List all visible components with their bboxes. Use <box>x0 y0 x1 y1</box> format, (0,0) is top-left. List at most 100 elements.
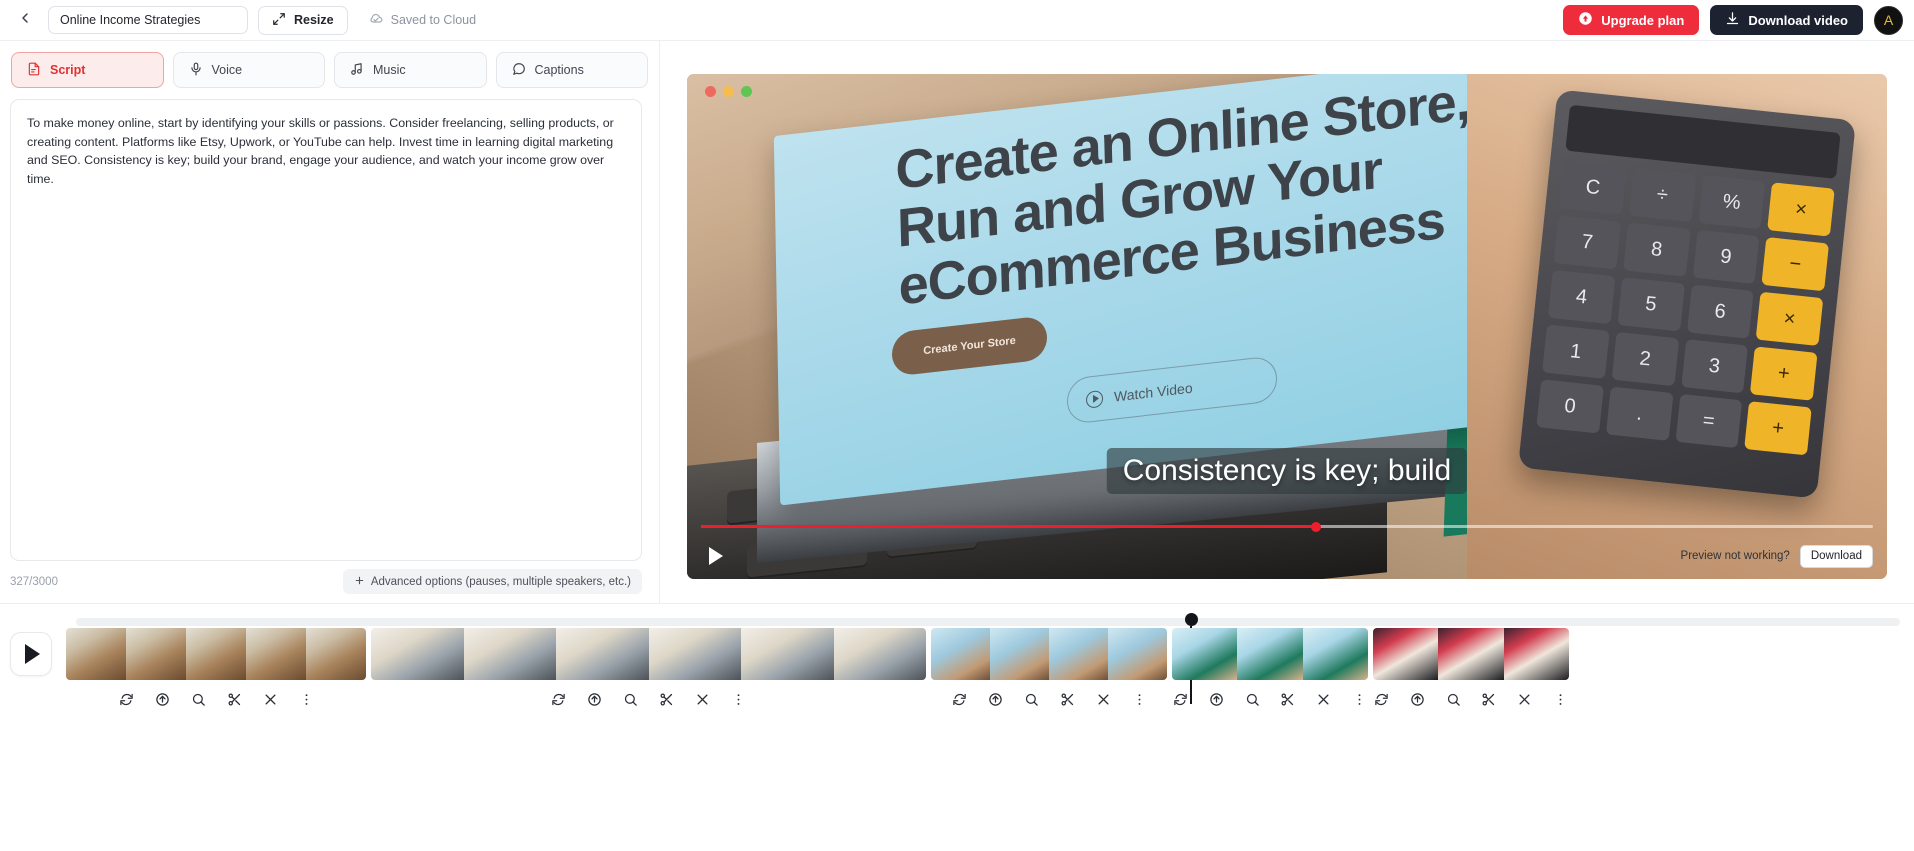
clip-thumbnail[interactable] <box>66 628 366 680</box>
chevron-left-icon <box>17 10 33 31</box>
music-note-icon <box>350 62 364 79</box>
preview-note: Preview not working? Download <box>1680 544 1873 568</box>
upload-icon[interactable] <box>1208 691 1225 708</box>
advanced-options-label: Advanced options (pauses, multiple speak… <box>370 575 631 588</box>
timeline-playhead[interactable] <box>1185 613 1198 626</box>
scissors-icon[interactable] <box>1280 691 1297 708</box>
video-player[interactable]: Create an Online Store, Run and Grow You… <box>687 74 1887 579</box>
video-play-button[interactable] <box>701 541 731 571</box>
search-icon[interactable] <box>622 691 639 708</box>
calculator-keypad: C ÷% × 7 8 9− 4 5 6 × 1 2 3 + 0. = + <box>1536 160 1835 456</box>
plus-icon <box>354 575 365 589</box>
top-bar: Resize Saved to Cloud Upgrade plan <box>0 0 1914 41</box>
video-controls: Preview not working? Download <box>687 541 1887 571</box>
close-icon[interactable] <box>262 691 279 708</box>
close-icon[interactable] <box>1516 691 1533 708</box>
tab-music[interactable]: Music <box>334 52 487 88</box>
play-circle-icon <box>1085 389 1104 409</box>
video-watch-label: Watch Video <box>1113 379 1193 405</box>
more-vertical-icon[interactable] <box>1351 691 1368 708</box>
character-counter: 327/3000 <box>10 575 58 588</box>
tab-script[interactable]: Script <box>11 52 164 88</box>
script-editor[interactable]: To make money online, start by identifyi… <box>10 99 642 561</box>
scissors-icon[interactable] <box>1059 691 1076 708</box>
clip-toolbar <box>1172 684 1368 714</box>
speech-bubble-icon <box>512 62 526 79</box>
upload-icon[interactable] <box>1409 691 1426 708</box>
more-vertical-icon[interactable] <box>1552 691 1569 708</box>
script-document-icon <box>27 62 41 79</box>
refresh-icon[interactable] <box>118 691 135 708</box>
upload-icon[interactable] <box>154 691 171 708</box>
preview-panel: Create an Online Store, Run and Grow You… <box>660 41 1914 603</box>
more-vertical-icon[interactable] <box>730 691 747 708</box>
scissors-icon[interactable] <box>1481 691 1498 708</box>
clip-thumbnail[interactable] <box>931 628 1167 680</box>
timeline-clip-5[interactable] <box>1373 628 1569 714</box>
browser-window-dots <box>705 86 752 97</box>
scissors-icon[interactable] <box>226 691 243 708</box>
project-title-input[interactable] <box>48 6 248 34</box>
resize-label: Resize <box>294 13 334 27</box>
upload-icon[interactable] <box>987 691 1004 708</box>
script-text[interactable]: To make money online, start by identifyi… <box>27 114 625 188</box>
tab-voice[interactable]: Voice <box>172 52 325 88</box>
preview-note-label: Preview not working? <box>1680 550 1790 562</box>
upload-icon[interactable] <box>586 691 603 708</box>
tab-captions-label: Captions <box>534 63 584 77</box>
preview-download-button[interactable]: Download <box>1799 544 1873 568</box>
close-icon[interactable] <box>1095 691 1112 708</box>
refresh-icon[interactable] <box>1172 691 1189 708</box>
refresh-icon[interactable] <box>951 691 968 708</box>
download-video-label: Download video <box>1748 12 1848 28</box>
editor-tabs: Script Voice Music Captions <box>0 41 659 88</box>
resize-button[interactable]: Resize <box>258 5 348 35</box>
video-progress-handle[interactable] <box>1311 521 1322 532</box>
advanced-options-button[interactable]: Advanced options (pauses, multiple speak… <box>342 569 642 594</box>
timeline-clip-3[interactable] <box>931 628 1167 714</box>
top-bar-actions: Upgrade plan Download video A <box>1563 5 1903 35</box>
clip-thumbnail[interactable] <box>371 628 926 680</box>
save-status: Saved to Cloud <box>368 11 476 30</box>
timeline-scrub-bar[interactable] <box>76 618 1900 626</box>
tab-script-label: Script <box>50 63 86 77</box>
refresh-icon[interactable] <box>1373 691 1390 708</box>
download-video-button[interactable]: Download video <box>1710 5 1863 35</box>
avatar-initial: A <box>1883 12 1894 28</box>
clip-toolbar <box>931 684 1167 714</box>
calculator: C ÷% × 7 8 9− 4 5 6 × 1 2 3 + 0. = + <box>1517 89 1857 499</box>
save-status-label: Saved to Cloud <box>390 13 477 27</box>
video-caption: Consistency is key; build <box>1106 448 1468 494</box>
more-vertical-icon[interactable] <box>1131 691 1148 708</box>
tab-captions[interactable]: Captions <box>495 52 648 88</box>
clip-thumbnail[interactable] <box>1373 628 1569 680</box>
cloud-check-icon <box>368 11 384 30</box>
avatar[interactable]: A <box>1874 5 1903 35</box>
close-icon[interactable] <box>1315 691 1332 708</box>
video-progress-fill <box>701 525 1317 528</box>
scissors-icon[interactable] <box>658 691 675 708</box>
timeline-panel <box>0 603 1914 851</box>
timeline-clip-2[interactable] <box>371 628 926 714</box>
clip-thumbnail[interactable] <box>1172 628 1368 680</box>
download-icon <box>1725 11 1740 29</box>
search-icon[interactable] <box>190 691 207 708</box>
tab-music-label: Music <box>373 63 406 77</box>
search-icon[interactable] <box>1445 691 1462 708</box>
search-icon[interactable] <box>1244 691 1261 708</box>
back-button[interactable] <box>10 5 40 35</box>
timeline-play-button[interactable] <box>10 632 52 676</box>
up-arrow-circle-icon <box>1578 11 1593 29</box>
refresh-icon[interactable] <box>550 691 567 708</box>
timeline-clip-1[interactable] <box>66 628 366 714</box>
timeline-clip-4[interactable] <box>1172 628 1368 714</box>
microphone-icon <box>189 62 203 79</box>
upgrade-plan-label: Upgrade plan <box>1601 12 1685 28</box>
video-cta-label: Create Your Store <box>923 334 1016 358</box>
tab-voice-label: Voice <box>211 63 243 77</box>
close-icon[interactable] <box>694 691 711 708</box>
more-vertical-icon[interactable] <box>298 691 315 708</box>
upgrade-plan-button[interactable]: Upgrade plan <box>1563 5 1700 35</box>
search-icon[interactable] <box>1023 691 1040 708</box>
video-progress-bar[interactable] <box>701 521 1873 532</box>
